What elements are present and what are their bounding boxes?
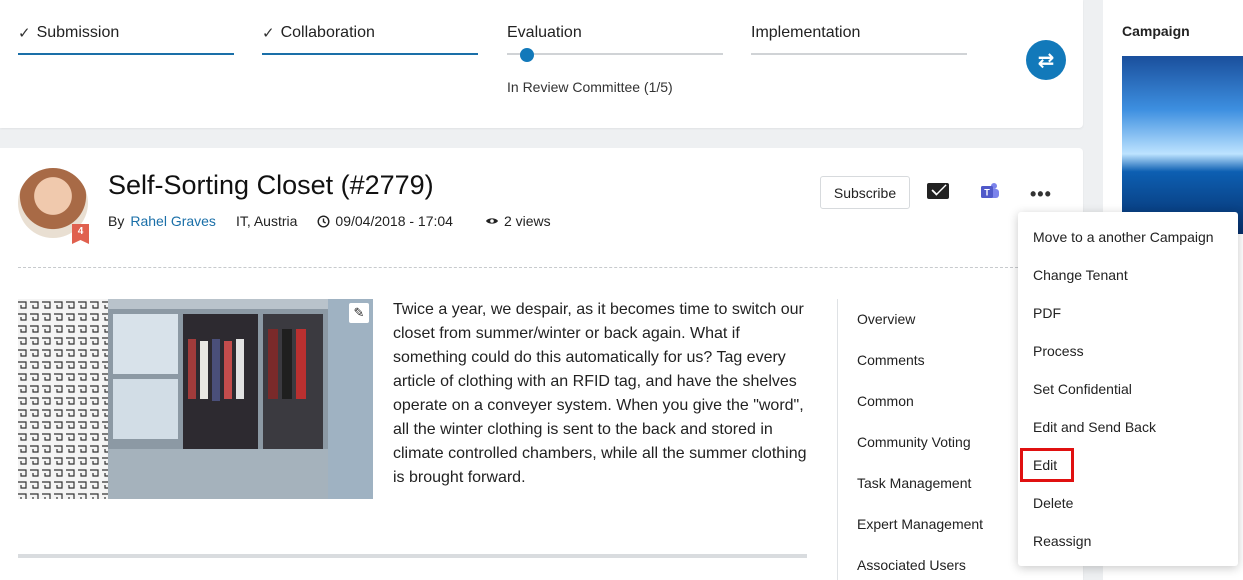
stage-label: Evaluation: [507, 24, 582, 41]
clock-icon: [317, 214, 330, 228]
menu-item-label: Delete: [1033, 495, 1074, 511]
mail-icon[interactable]: [927, 183, 949, 199]
edit-image-icon[interactable]: ✎: [349, 303, 369, 323]
page-title: Self-Sorting Closet (#2779): [108, 170, 434, 200]
stage-label: Implementation: [751, 24, 861, 41]
swap-icon[interactable]: ⇄: [1026, 40, 1066, 80]
stage-status: In Review Committee (1/5): [507, 79, 673, 95]
more-options-icon[interactable]: •••: [1030, 184, 1052, 205]
nav-common[interactable]: Common: [857, 393, 914, 409]
nav-community-voting[interactable]: Community Voting: [857, 434, 971, 450]
content-separator: [18, 554, 807, 558]
menu-item-delete[interactable]: Delete: [1018, 484, 1238, 522]
menu-item-label: Move to a another Campaign: [1033, 229, 1214, 245]
campaign-heading: Campaign: [1122, 23, 1190, 39]
menu-item-label: Change Tenant: [1033, 267, 1128, 283]
nav-associated-users[interactable]: Associated Users: [857, 557, 966, 573]
stage-collaboration[interactable]: ✓ Collaboration: [262, 22, 478, 56]
idea-image[interactable]: [18, 299, 373, 499]
nav-comments[interactable]: Comments: [857, 352, 925, 368]
location: IT, Austria: [235, 213, 298, 229]
nav-divider: [837, 299, 838, 580]
teams-icon[interactable]: T: [979, 182, 1001, 202]
menu-item-label: Edit and Send Back: [1033, 419, 1156, 435]
author-link[interactable]: Rahel Graves: [130, 213, 216, 229]
svg-text:T: T: [984, 188, 990, 198]
menu-item-set-confidential[interactable]: Set Confidential: [1018, 370, 1238, 408]
current-stage-marker: [520, 48, 534, 62]
header-divider: [18, 267, 1018, 268]
stage-submission[interactable]: ✓ Submission: [18, 22, 234, 56]
eye-icon: [485, 218, 498, 224]
campaign-image[interactable]: [1122, 56, 1243, 234]
stage-implementation[interactable]: Implementation: [751, 22, 967, 56]
stage-evaluation[interactable]: Evaluation: [507, 22, 723, 62]
more-options-menu: Move to a another Campaign Change Tenant…: [1018, 212, 1238, 566]
stage-bar: [18, 53, 234, 55]
stage-bar: [507, 53, 723, 55]
subscribe-button[interactable]: Subscribe: [820, 176, 910, 209]
menu-item-change-tenant[interactable]: Change Tenant: [1018, 256, 1238, 294]
view-count: 2 views: [503, 213, 551, 229]
menu-item-edit-send-back[interactable]: Edit and Send Back: [1018, 408, 1238, 446]
menu-item-edit[interactable]: Edit: [1018, 446, 1238, 484]
menu-item-move-campaign[interactable]: Move to a another Campaign: [1018, 218, 1238, 256]
menu-item-process[interactable]: Process: [1018, 332, 1238, 370]
nav-overview[interactable]: Overview: [857, 311, 915, 327]
menu-item-label: Set Confidential: [1033, 381, 1132, 397]
date: 09/04/2018 - 17:04: [335, 213, 453, 229]
views-group: 2 views: [485, 213, 551, 229]
menu-item-pdf[interactable]: PDF: [1018, 294, 1238, 332]
stage-bar: [751, 53, 967, 55]
stage-bar: [262, 53, 478, 55]
nav-expert-management[interactable]: Expert Management: [857, 516, 983, 532]
menu-item-label: Edit: [1019, 448, 1075, 482]
stage-progress-card: ✓ Submission ✓ Collaboration Evaluation Im…: [0, 0, 1083, 128]
stage-label: Collaboration: [280, 24, 375, 41]
nav-task-management[interactable]: Task Management: [857, 475, 971, 491]
idea-meta: By Rahel Graves IT, Austria 09/04/2018 -…: [108, 213, 551, 229]
menu-item-label: PDF: [1033, 305, 1061, 321]
menu-item-reassign[interactable]: Reassign: [1018, 522, 1238, 560]
idea-detail-card: 4 Self-Sorting Closet (#2779) By Rahel G…: [0, 148, 1083, 580]
check-icon: ✓: [262, 25, 275, 42]
check-icon: ✓: [18, 25, 31, 42]
idea-description: Twice a year, we despair, as it becomes …: [393, 301, 807, 486]
level-badge: 4: [72, 224, 89, 244]
stage-label: Submission: [36, 24, 120, 41]
menu-item-label: Process: [1033, 343, 1084, 359]
menu-item-label: Reassign: [1033, 533, 1092, 549]
by-label: By: [108, 213, 125, 229]
date-group: 09/04/2018 - 17:04: [317, 213, 453, 229]
